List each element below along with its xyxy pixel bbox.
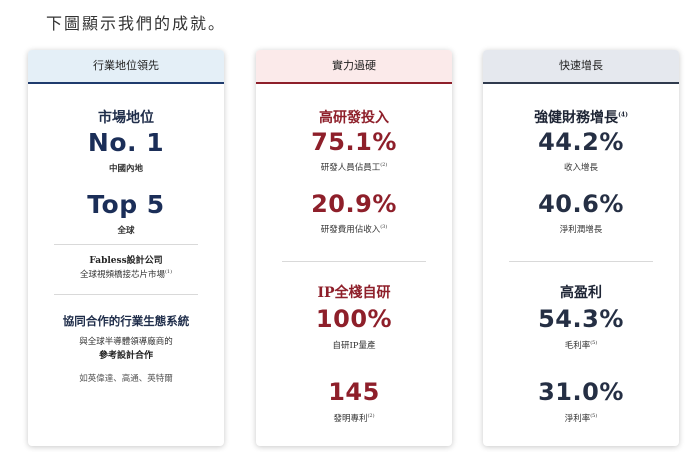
footnote-mark: (4) [618, 111, 628, 119]
footnote-mark: (5) [590, 340, 598, 347]
card-body: 市場地位 No. 1 中國內地 Top 5 全球 Fabless設計公司 全球視… [28, 84, 224, 446]
ip-title: IP全棧自研 [317, 285, 391, 301]
gross-margin-caption: 毛利率(5) [483, 339, 679, 351]
revenue-growth-value: 44.2% [538, 128, 624, 156]
rank-global-caption: 全球 [117, 226, 135, 236]
financial-growth-title: 強健財務增長(4) [483, 107, 679, 127]
fabless-desc-text: 全球視頻橋接芯片市場 [79, 270, 165, 280]
ecosystem-title: 協同合作的行業生態系統 [62, 314, 190, 328]
footnote-mark: (5) [590, 413, 598, 420]
card-header-industry: 行業地位領先 [28, 50, 224, 84]
rank-china-caption: 中國內地 [108, 164, 143, 174]
market-position-title: 市場地位 [98, 110, 154, 126]
rd-expense-caption: 研發費用佔收入(3) [256, 223, 452, 235]
divider [54, 294, 198, 295]
card-industry-position: 行業地位領先 市場地位 No. 1 中國內地 Top 5 全球 Fabless設… [28, 50, 224, 446]
gross-margin-caption-text: 毛利率 [564, 341, 591, 351]
net-margin-caption-text: 淨利率 [564, 414, 591, 424]
patents-value: 145 [328, 378, 380, 406]
divider [54, 244, 198, 245]
ip-value: 100% [315, 305, 393, 333]
rd-investment-title: 高研發投入 [319, 110, 389, 126]
card-strength: 實力過硬 高研發投入 75.1% 研發人員佔員工(2) 20.9% 研發費用佔收… [256, 50, 452, 446]
footnote-mark: (2) [380, 162, 388, 169]
revenue-growth-caption: 收入增長 [563, 163, 598, 173]
divider [282, 261, 426, 262]
rank-china-value: No. 1 [87, 128, 165, 157]
partners-list: 如英偉達、高通、英特爾 [79, 374, 173, 384]
card-header-growth: 快速增長 [483, 50, 679, 84]
fabless-title: Fabless設計公司 [89, 256, 163, 266]
profit-growth-caption: 淨利潤增長 [559, 225, 603, 235]
ecosystem-line-1: 與全球半導體領導廠商的 [79, 337, 173, 347]
rd-expense-value: 20.9% [311, 190, 397, 218]
net-margin-value: 31.0% [538, 378, 624, 406]
ip-caption: 自研IP量產 [332, 341, 376, 351]
card-header-label: 行業地位領先 [93, 59, 159, 72]
gross-margin-value: 54.3% [538, 305, 624, 333]
card-body: 強健財務增長(4) 44.2% 收入增長 40.6% 淨利潤增長 高盈利 54.… [483, 84, 679, 446]
card-body: 高研發投入 75.1% 研發人員佔員工(2) 20.9% 研發費用佔收入(3) … [256, 84, 452, 446]
financial-growth-title-text: 強健財務增長 [534, 110, 619, 126]
ecosystem-line-2: 參考設計合作 [98, 351, 153, 361]
rd-staff-caption-text: 研發人員佔員工 [320, 163, 381, 173]
intro-text: 下圖顯示我們的成就。 [46, 14, 227, 33]
rd-staff-caption: 研發人員佔員工(2) [256, 161, 452, 173]
net-margin-caption: 淨利率(5) [483, 412, 679, 424]
card-header-label: 快速增長 [559, 59, 603, 72]
footnote-mark: (1) [164, 269, 173, 276]
profit-growth-value: 40.6% [538, 190, 624, 218]
rd-expense-caption-text: 研發費用佔收入 [320, 225, 381, 235]
rd-staff-value: 75.1% [311, 128, 397, 156]
patents-caption-text: 發明專利 [333, 414, 368, 424]
rank-global-value: Top 5 [87, 190, 165, 219]
card-header-strength: 實力過硬 [256, 50, 452, 84]
footnote-mark: (2) [367, 413, 375, 420]
profitability-title: 高盈利 [560, 285, 602, 301]
fabless-description: 全球視頻橋接芯片市場(1) [28, 268, 224, 280]
divider [509, 261, 653, 262]
card-header-label: 實力過硬 [332, 59, 376, 72]
card-rapid-growth: 快速增長 強健財務增長(4) 44.2% 收入增長 40.6% 淨利潤增長 高盈… [483, 50, 679, 446]
footnote-mark: (3) [380, 224, 388, 231]
patents-caption: 發明專利(2) [256, 412, 452, 424]
